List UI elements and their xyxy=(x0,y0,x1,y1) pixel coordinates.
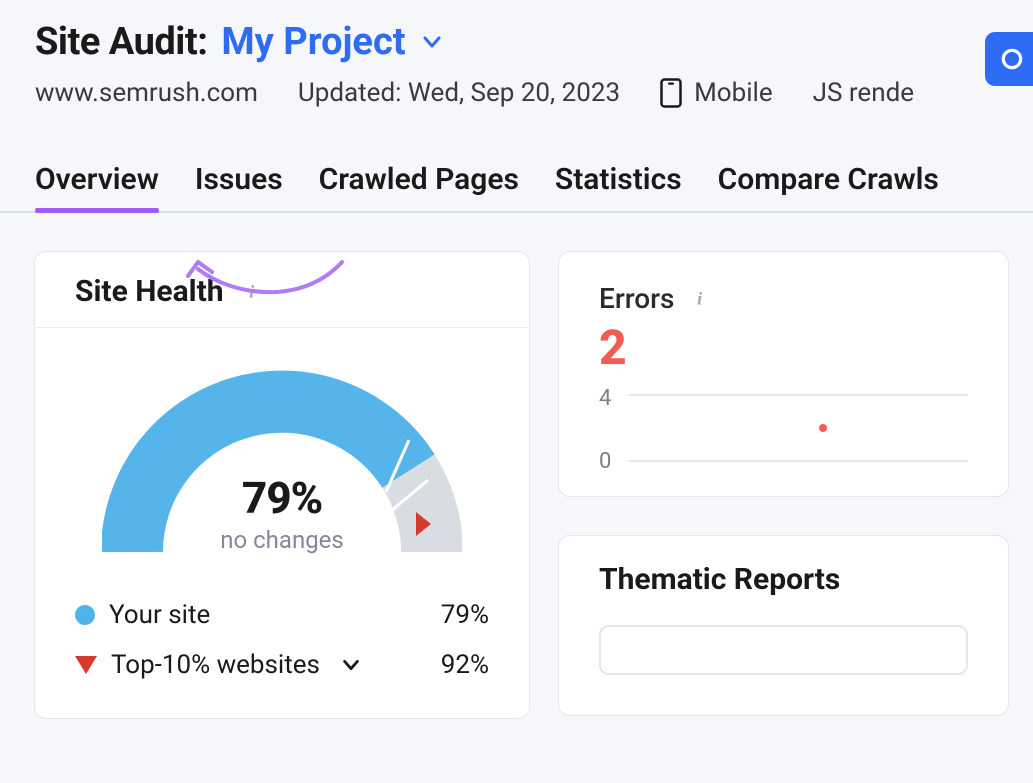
site-health-gauge: 79% no changes xyxy=(102,362,462,562)
project-name-label: My Project xyxy=(221,20,405,64)
project-selector[interactable]: My Project xyxy=(221,20,443,64)
legend-top10[interactable]: Top-10% websites 92% xyxy=(75,640,489,690)
updated-date: Updated: Wed, Sep 20, 2023 xyxy=(298,78,620,108)
info-icon[interactable]: i xyxy=(240,281,262,303)
thematic-reports-card: Thematic Reports xyxy=(558,535,1009,716)
errors-title: Errors xyxy=(599,282,674,315)
tab-crawled-pages[interactable]: Crawled Pages xyxy=(319,162,519,211)
tabs: Overview Issues Crawled Pages Statistics… xyxy=(0,126,1033,213)
gridline xyxy=(629,394,968,396)
legend-your-site-label: Your site xyxy=(109,600,210,630)
page-header: Site Audit: My Project www.semrush.com U… xyxy=(0,0,1033,126)
data-point xyxy=(819,424,827,432)
meta-row: www.semrush.com Updated: Wed, Sep 20, 20… xyxy=(35,78,998,108)
y-tick-top: 4 xyxy=(599,386,611,411)
site-health-title: Site Health xyxy=(75,274,224,309)
legend-your-site: Your site 79% xyxy=(75,590,489,640)
legend-top10-label: Top-10% websites xyxy=(111,650,320,680)
legend-top10-value: 92% xyxy=(441,650,489,680)
triangle-down-icon xyxy=(75,656,97,674)
site-health-card: Site Health i 79% xyxy=(34,251,530,719)
chevron-down-icon xyxy=(420,30,444,54)
tab-compare-crawls[interactable]: Compare Crawls xyxy=(718,162,939,211)
tab-issues[interactable]: Issues xyxy=(195,162,283,211)
page-title-prefix: Site Audit: xyxy=(35,20,207,64)
gridline xyxy=(629,460,968,462)
svg-text:i: i xyxy=(249,281,255,301)
js-rendering-label: JS rende xyxy=(813,78,914,108)
device-indicator: Mobile xyxy=(660,78,773,108)
errors-card: Errors i 2 4 0 xyxy=(558,251,1009,497)
action-button[interactable] xyxy=(985,32,1033,86)
thematic-report-item[interactable] xyxy=(599,625,968,675)
site-domain: www.semrush.com xyxy=(35,78,258,108)
errors-value: 2 xyxy=(599,319,968,376)
tab-statistics[interactable]: Statistics xyxy=(555,162,682,211)
thematic-reports-title: Thematic Reports xyxy=(599,562,968,597)
y-tick-bottom: 0 xyxy=(599,449,611,474)
gauge-sublabel: no changes xyxy=(220,526,344,554)
mobile-icon xyxy=(660,78,682,108)
errors-sparkline: 4 0 xyxy=(599,386,968,474)
tab-overview[interactable]: Overview xyxy=(35,162,159,211)
gauge-percent: 79% xyxy=(220,472,344,524)
device-label: Mobile xyxy=(694,78,773,108)
info-icon[interactable]: i xyxy=(688,288,710,310)
svg-text:i: i xyxy=(698,288,704,308)
legend-your-site-value: 79% xyxy=(441,600,489,630)
chevron-down-icon xyxy=(340,654,362,676)
gear-icon xyxy=(999,46,1025,72)
site-health-legend: Your site 79% Top-10% websites 92% xyxy=(35,582,529,718)
dot-icon xyxy=(75,605,95,625)
